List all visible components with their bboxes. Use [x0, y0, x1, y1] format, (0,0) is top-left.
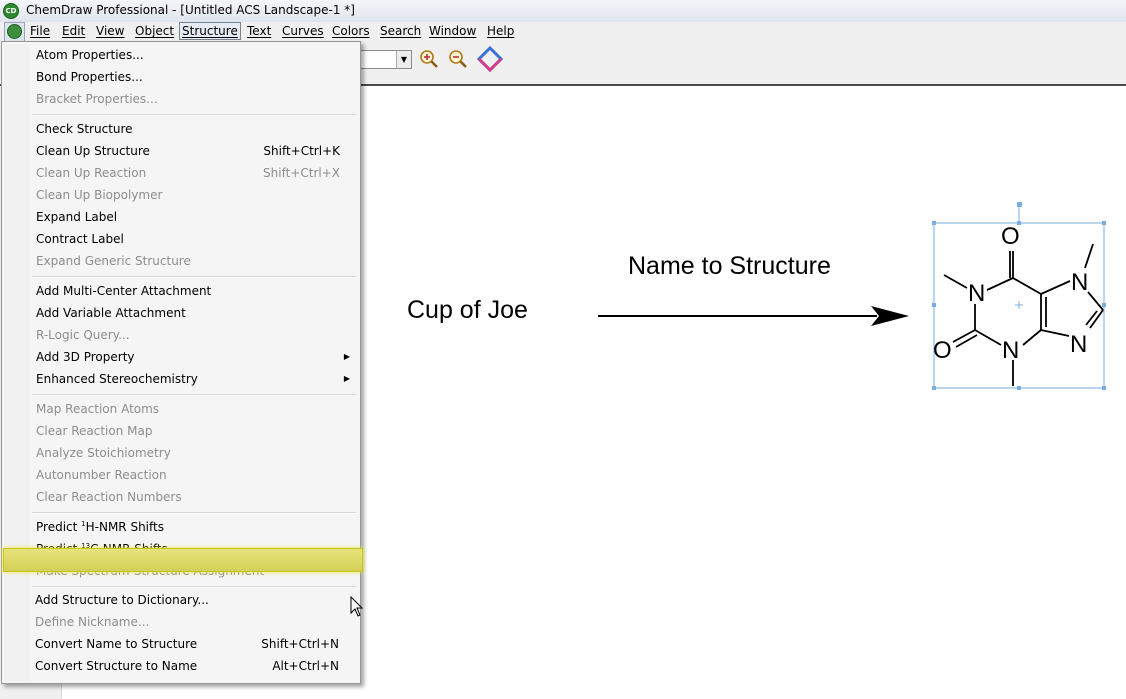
menu-item-add-variable-attachment[interactable]: Add Variable Attachment — [30, 302, 344, 324]
window-title: ChemDraw Professional - [Untitled ACS La… — [26, 3, 355, 17]
menu-item-shortcut: Shift+Ctrl+X — [263, 166, 340, 180]
menu-item-label: Contract Label — [36, 232, 124, 246]
menu-item-enhanced-stereochemistry[interactable]: Enhanced Stereochemistry ▶ — [30, 368, 350, 390]
menu-item-check-structure[interactable]: Check Structure — [30, 118, 344, 140]
menu-item-label: Expand Generic Structure — [36, 254, 191, 268]
menu-item-autonumber-reaction: Autonumber Reaction — [30, 464, 344, 486]
menu-separator — [32, 394, 356, 396]
menu-structure[interactable]: Structure — [179, 22, 241, 40]
menu-object[interactable]: Object — [133, 23, 176, 39]
menu-colors[interactable]: Colors — [330, 23, 372, 39]
atom-n7: N — [1071, 269, 1088, 296]
menu-item-label: Clean Up Biopolymer — [36, 188, 163, 202]
menu-item-label: Clear Reaction Map — [36, 424, 153, 438]
menu-item-bracket-properties: Bracket Properties... — [30, 88, 344, 110]
menu-item-clean-up-biopolymer: Clean Up Biopolymer — [30, 184, 344, 206]
menu-item-label: R-Logic Query... — [36, 328, 130, 342]
menu-item-clear-reaction-numbers: Clear Reaction Numbers — [30, 486, 344, 508]
reaction-arrow[interactable] — [595, 300, 915, 330]
menu-item-label: Add Variable Attachment — [36, 306, 186, 320]
menu-item-predict-h-nmr[interactable]: Predict 1H-NMR Shifts — [30, 516, 344, 538]
menu-bar: File Edit View Object Structure Text Cur… — [0, 22, 1126, 43]
menu-item-atom-properties[interactable]: Atom Properties... — [30, 44, 344, 66]
menu-item-label: Add Multi-Center Attachment — [36, 284, 212, 298]
chemdraw-app-icon[interactable]: CD — [3, 3, 19, 19]
menu-item-label: Clear Reaction Numbers — [36, 490, 182, 504]
arrow-label[interactable]: Name to Structure — [628, 252, 831, 281]
menu-search[interactable]: Search — [378, 23, 423, 39]
menu-help[interactable]: Help — [485, 23, 516, 39]
structure-menu: Atom Properties... Bond Properties... Br… — [1, 41, 361, 684]
menu-separator — [32, 114, 356, 116]
menu-item-map-reaction-atoms: Map Reaction Atoms — [30, 398, 344, 420]
menu-item-label: Check Structure — [36, 122, 133, 136]
menu-item-label: Expand Label — [36, 210, 118, 224]
menu-item-clean-up-reaction: Clean Up Reaction Shift+Ctrl+X — [30, 162, 344, 184]
input-name-text[interactable]: Cup of Joe — [407, 296, 528, 325]
atom-n1: N — [968, 280, 985, 307]
menu-item-label: Clean Up Reaction — [36, 166, 147, 180]
menu-view[interactable]: View — [94, 23, 126, 39]
menu-item-label: Predict 1H-NMR Shifts — [36, 516, 164, 538]
menu-separator — [32, 586, 356, 588]
chevron-down-icon[interactable]: ▼ — [396, 51, 411, 68]
menu-separator — [32, 276, 356, 278]
menu-item-analyze-stoichiometry: Analyze Stoichiometry — [30, 442, 344, 464]
menu-curves[interactable]: Curves — [280, 23, 326, 39]
caffeine-structure[interactable]: O N O N N N — [925, 198, 1115, 398]
atom-o-top: O — [1001, 223, 1020, 250]
menu-item-label: Bond Properties... — [36, 70, 143, 84]
submenu-arrow-icon: ▶ — [343, 352, 350, 361]
menu-item-r-logic-query: R-Logic Query... — [30, 324, 344, 346]
menu-item-label: Map Reaction Atoms — [36, 402, 160, 416]
menu-item-contract-label[interactable]: Contract Label — [30, 228, 344, 250]
menu-item-clean-up-structure[interactable]: Clean Up Structure Shift+Ctrl+K — [30, 140, 344, 162]
menu-item-add-multi-center-attachment[interactable]: Add Multi-Center Attachment — [30, 280, 344, 302]
zoom-in-icon[interactable] — [419, 49, 439, 69]
menu-item-highlight — [3, 548, 363, 572]
label-prefix: Predict — [36, 520, 82, 534]
menu-text[interactable]: Text — [245, 23, 273, 39]
menu-file[interactable]: File — [28, 23, 52, 39]
menu-item-bond-properties[interactable]: Bond Properties... — [30, 66, 344, 88]
menu-item-label: Analyze Stoichiometry — [36, 446, 171, 460]
menu-item-expand-label[interactable]: Expand Label — [30, 206, 344, 228]
atom-n9: N — [1070, 331, 1087, 358]
menu-item-label: Clean Up Structure — [36, 144, 150, 158]
mouse-cursor-icon — [350, 596, 364, 617]
atom-n3: N — [1002, 337, 1019, 364]
zoom-out-icon[interactable] — [448, 49, 468, 69]
menu-item-clear-reaction-map: Clear Reaction Map — [30, 420, 344, 442]
title-bar: CD ChemDraw Professional - [Untitled ACS… — [0, 0, 1126, 23]
submenu-arrow-icon: ▶ — [343, 374, 350, 383]
label-suffix: H-NMR Shifts — [85, 520, 164, 534]
menu-item-add-3d-property[interactable]: Add 3D Property ▶ — [30, 346, 350, 368]
menu-item-shortcut: Shift+Ctrl+K — [263, 144, 340, 158]
menu-separator — [32, 512, 356, 514]
menu-item-label: Enhanced Stereochemistry — [36, 372, 198, 386]
menu-item-label: Bracket Properties... — [36, 92, 158, 106]
menu-item-label: Atom Properties... — [36, 48, 144, 62]
menu-item-label: Add 3D Property — [36, 350, 135, 364]
menu-icon-gutter — [4, 44, 30, 681]
menu-edit[interactable]: Edit — [60, 23, 87, 39]
document-menu-icon[interactable] — [4, 22, 25, 42]
menu-item-expand-generic-structure: Expand Generic Structure — [30, 250, 344, 272]
menu-item-label: Autonumber Reaction — [36, 468, 167, 482]
chemdraw-diamond-icon[interactable] — [477, 46, 503, 72]
zoom-combo[interactable]: ▼ — [356, 50, 412, 69]
menu-window[interactable]: Window — [427, 23, 478, 39]
atom-o-left: O — [933, 337, 952, 364]
